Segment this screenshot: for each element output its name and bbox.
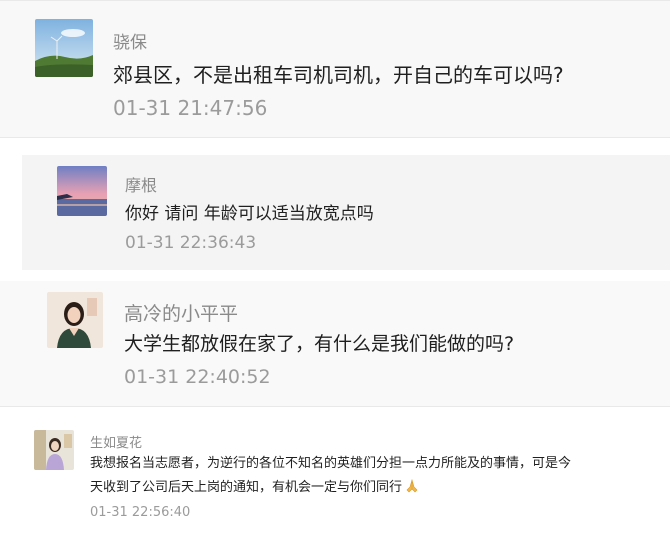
landscape-windmill-icon — [35, 19, 93, 77]
avatar[interactable] — [57, 166, 107, 216]
user-name[interactable]: 生如夏花 — [90, 432, 142, 451]
comment-item: 摩根 你好 请问 年龄可以适当放宽点吗 01-31 22:36:43 — [22, 155, 670, 270]
comment-timestamp: 01-31 22:36:43 — [125, 233, 257, 253]
comment-text: 郊县区，不是出租车司机司机，开自己的车可以吗? — [113, 63, 564, 87]
user-name[interactable]: 摩根 — [125, 172, 157, 196]
comment-item: 生如夏花 我想报名当志愿者，为逆行的各位不知名的英雄们分担一点力所能及的事情，可… — [0, 420, 670, 533]
comment-text-line: 我想报名当志愿者，为逆行的各位不知名的英雄们分担一点力所能及的事情，可是今 — [90, 456, 572, 471]
avatar[interactable] — [35, 19, 93, 77]
avatar[interactable] — [47, 292, 103, 348]
sunset-sea-icon — [57, 166, 107, 216]
comment-item: 骁保 郊县区，不是出租车司机司机，开自己的车可以吗? 01-31 21:47:5… — [0, 0, 670, 138]
woman-portrait-icon — [47, 292, 103, 348]
comment-text: 你好 请问 年龄可以适当放宽点吗 — [125, 204, 374, 224]
comment-timestamp: 01-31 22:40:52 — [124, 366, 271, 388]
comment-timestamp: 01-31 22:56:40 — [90, 505, 191, 520]
comment-item: 高冷的小平平 大学生都放假在家了，有什么是我们能做的吗? 01-31 22:40… — [0, 281, 670, 407]
user-name[interactable]: 高冷的小平平 — [124, 299, 238, 326]
avatar[interactable] — [34, 430, 74, 470]
comment-timestamp: 01-31 21:47:56 — [113, 96, 268, 120]
user-name[interactable]: 骁保 — [113, 28, 147, 53]
comment-text-span: 天收到了公司后天上岗的通知，有机会一定与你们同行 — [90, 480, 403, 495]
comment-text: 大学生都放假在家了，有什么是我们能做的吗? — [124, 333, 515, 355]
child-portrait-icon — [34, 430, 74, 470]
praying-hands-icon — [404, 478, 420, 503]
comment-text-line: 天收到了公司后天上岗的通知，有机会一定与你们同行 — [90, 476, 420, 503]
